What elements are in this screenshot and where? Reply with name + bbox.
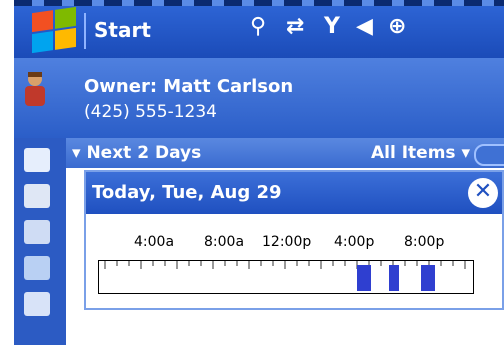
volume-icon[interactable]: ◀	[356, 14, 373, 39]
busy-block[interactable]	[421, 265, 435, 291]
screen: Start ⚲ ⇄ Y ◀ ⊕ Owner: Matt Carlson (425…	[0, 0, 504, 345]
owner-name: Owner: Matt Carlson	[84, 76, 294, 97]
time-label: 4:00a	[134, 234, 175, 250]
owner-strip[interactable]: Owner: Matt Carlson (425) 555-1234	[14, 58, 504, 138]
owner-avatar-icon	[25, 72, 45, 106]
tasks-icon[interactable]	[24, 184, 50, 208]
close-button[interactable]: ✕	[468, 178, 498, 208]
popup-header: Today, Tue, Aug 29 ✕	[86, 172, 502, 214]
time-label: 12:00p	[262, 234, 312, 250]
popup-title: Today, Tue, Aug 29	[92, 182, 282, 203]
calendar-icon[interactable]	[24, 148, 50, 172]
range-label: Next 2 Days	[86, 143, 202, 163]
busy-block[interactable]	[357, 265, 371, 291]
day-timeline[interactable]	[98, 260, 474, 294]
title-bar: Start ⚲ ⇄ Y ◀ ⊕	[14, 0, 504, 58]
day-popup[interactable]: Today, Tue, Aug 29 ✕ 4:00a 8:00a 12:00p …	[84, 170, 504, 310]
windows-logo-icon[interactable]	[32, 6, 76, 54]
title-bar-top-edge	[14, 0, 504, 6]
agenda-header[interactable]: ▾ Next 2 Days All Items ▾	[66, 138, 504, 168]
busy-block[interactable]	[389, 265, 399, 291]
connectivity-icon[interactable]: ⊕	[388, 14, 406, 39]
timeline-ticks	[104, 261, 466, 269]
range-dropdown[interactable]: ▾ Next 2 Days	[72, 143, 201, 163]
time-label: 4:00p	[334, 234, 375, 250]
scroll-tab[interactable]	[474, 144, 504, 166]
agenda-footer	[66, 310, 504, 345]
close-icon: ✕	[473, 179, 493, 204]
sync-icon[interactable]: ⇄	[286, 14, 304, 39]
time-label: 8:00a	[204, 234, 245, 250]
start-title[interactable]: Start	[94, 18, 151, 42]
notes-icon[interactable]	[24, 256, 50, 280]
filter-label: All Items	[371, 143, 456, 163]
today-icon-column	[14, 138, 66, 345]
contacts-icon[interactable]	[24, 220, 50, 244]
filter-dropdown[interactable]: All Items ▾	[371, 143, 470, 163]
search-icon[interactable]: ⚲	[250, 14, 266, 39]
time-label: 8:00p	[404, 234, 445, 250]
owner-phone: (425) 555-1234	[84, 102, 217, 122]
title-separator	[84, 13, 86, 49]
mail-icon[interactable]	[24, 292, 50, 316]
signal-icon[interactable]: Y	[324, 14, 340, 39]
